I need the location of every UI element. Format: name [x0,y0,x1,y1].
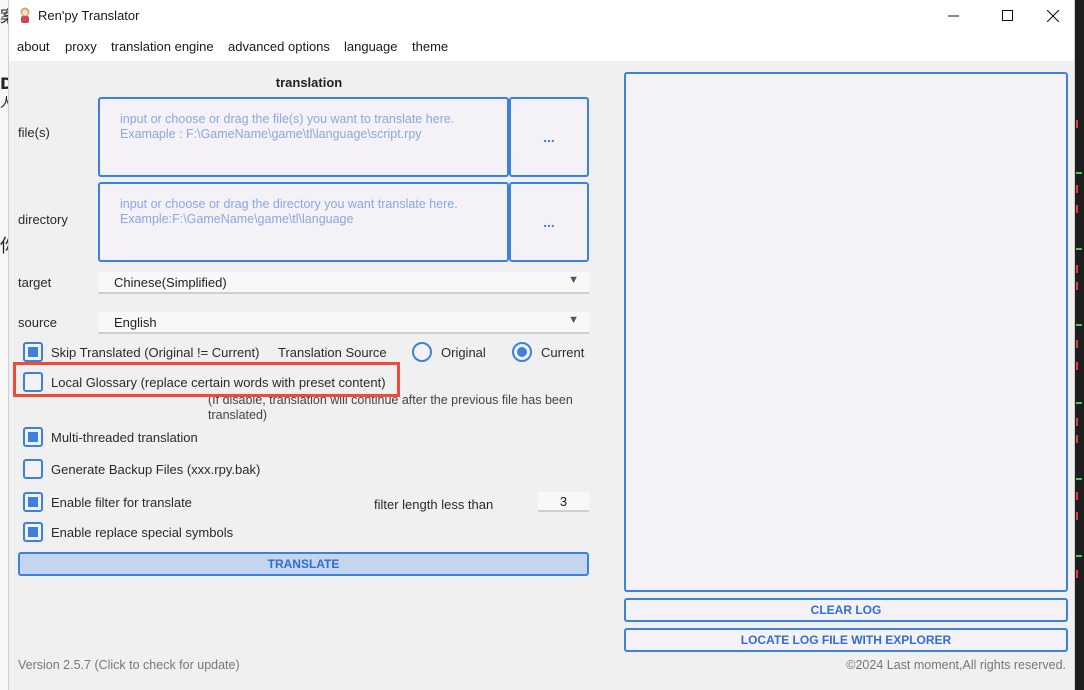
replace-symbols-label: Enable replace special symbols [51,525,234,540]
version-link[interactable]: Version 2.5.7 (Click to check for update… [18,658,240,672]
minimize-button[interactable] [930,0,976,31]
checkbox-fill [28,347,38,357]
target-language-select[interactable]: Chinese(Simplified) ▼ [98,272,589,294]
source-label: source [18,315,58,330]
background-window-right [1075,0,1084,690]
copyright-text: ©2024 Last moment,All rights reserved. [846,658,1066,672]
source-original-radio[interactable] [412,342,432,362]
source-current-label: Current [541,345,585,360]
source-language-select[interactable]: English ▼ [98,312,589,334]
filter-length-label: filter length less than [374,497,494,512]
section-title: translation [275,75,343,90]
files-browse-button[interactable]: ... [509,97,589,177]
menu-about[interactable]: about [17,39,50,54]
dropdown-arrow-icon: ▼ [568,274,579,286]
directory-label: directory [18,212,68,227]
close-icon [1047,9,1059,22]
continue-note: (If disable, translation will continue a… [208,393,573,422]
filter-length-input[interactable]: 3 [538,492,589,512]
menu-bar: about proxy translation engine advanced … [9,31,1074,61]
filter-label: Enable filter for translate [51,495,192,510]
directory-placeholder-line2: Example:F:\GameName\game\tl\language [120,212,354,226]
clear-log-button[interactable]: CLEAR LOG [624,598,1068,622]
menu-advanced-options[interactable]: advanced options [228,39,330,54]
checkbox-fill [28,527,38,537]
skip-translated-checkbox[interactable] [23,342,43,362]
backup-label: Generate Backup Files (xxx.rpy.bak) [51,462,261,477]
directory-input[interactable]: input or choose or drag the directory yo… [98,182,509,262]
highlight-box [13,362,400,397]
filter-checkbox[interactable] [23,492,43,512]
files-input[interactable]: input or choose or drag the file(s) you … [98,97,509,177]
multithreaded-checkbox[interactable] [23,427,43,447]
files-label: file(s) [18,125,50,140]
locate-log-button[interactable]: LOCATE LOG FILE WITH EXPLORER [624,628,1068,652]
backup-checkbox[interactable] [23,459,43,479]
dropdown-arrow-icon: ▼ [568,314,579,326]
replace-symbols-checkbox[interactable] [23,522,43,542]
minimize-icon [947,15,959,17]
radio-dot [517,347,527,357]
menu-translation-engine[interactable]: translation engine [111,39,214,54]
menu-language[interactable]: language [344,39,398,54]
target-language-value: Chinese(Simplified) [114,275,227,290]
window-title: Ren'py Translator [38,8,140,23]
target-label: target [18,275,52,290]
source-original-label: Original [441,345,486,360]
files-placeholder-line2: Examaple : F:\GameName\game\tl\language\… [120,127,422,141]
directory-placeholder-line1: input or choose or drag the directory yo… [120,197,458,211]
skip-translated-label: Skip Translated (Original != Current) [51,345,260,360]
maximize-button[interactable] [984,0,1030,31]
source-language-value: English [114,315,157,330]
background-window-left: 案 D 人 你 [0,0,18,690]
files-placeholder-line1: input or choose or drag the file(s) you … [120,112,455,126]
maximize-icon [1001,10,1013,21]
translation-source-label: Translation Source [278,345,387,360]
checkbox-fill [28,432,38,442]
source-current-radio[interactable] [512,342,532,362]
menu-theme[interactable]: theme [412,39,448,54]
log-panel[interactable] [624,72,1068,592]
checkbox-fill [28,497,38,507]
app-window: Ren'py Translator about proxy translatio… [8,0,1075,690]
multithreaded-label: Multi-threaded translation [51,430,198,445]
translate-button[interactable]: TRANSLATE [18,552,589,576]
close-button[interactable] [1030,0,1076,31]
menu-proxy[interactable]: proxy [65,39,97,54]
app-icon [20,7,30,23]
title-bar: Ren'py Translator [9,0,1074,31]
directory-browse-button[interactable]: ... [509,182,589,262]
